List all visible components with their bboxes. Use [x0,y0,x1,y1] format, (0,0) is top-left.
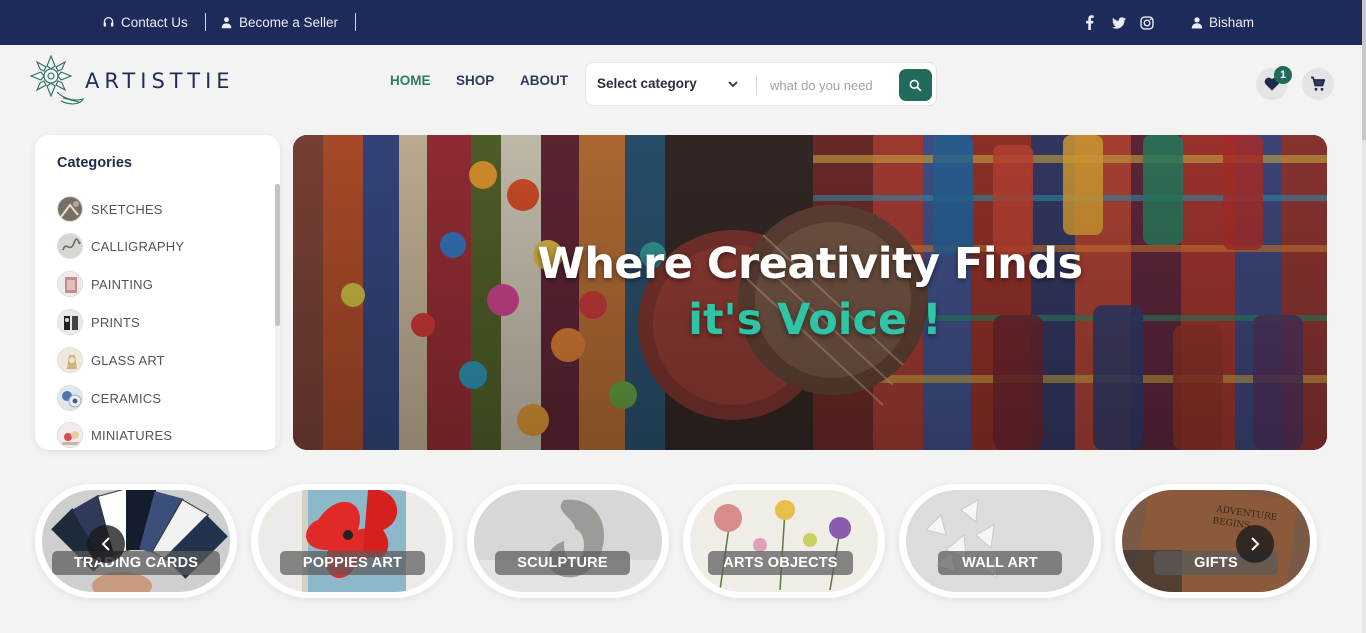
facebook-icon [1086,15,1094,30]
category-item-miniatures[interactable]: MINIATURES [57,422,172,448]
card-image [258,490,446,592]
categories-scrollbar-thumb[interactable] [275,184,280,326]
card-image [690,490,878,592]
nav-about[interactable]: ABOUT [520,73,568,88]
seller-icon [221,17,232,29]
headset-icon [103,16,114,27]
user-account-link[interactable]: Bisham [1191,0,1254,45]
contact-us-link[interactable]: Contact Us [102,0,188,45]
category-label: SKETCHES [91,201,163,217]
category-label: GLASS ART [91,352,165,368]
search-divider [756,75,757,95]
top-bar: Contact Us Become a Seller Bisham [0,0,1362,45]
cart-button[interactable] [1302,68,1334,100]
category-item-painting[interactable]: PAINTING [57,271,153,297]
carousel-card-arts-objects[interactable]: ARTS OBJECTS [683,484,885,598]
hero-background-image [293,135,1327,450]
page-scrollbar[interactable] [1362,0,1366,633]
card-label: SCULPTURE [495,551,630,575]
category-label: PAINTING [91,276,154,292]
category-label: CERAMICS [91,390,162,406]
contact-us-label: Contact Us [121,15,188,30]
category-thumbnail [57,271,83,297]
category-label: PRINTS [91,314,140,330]
categories-scrollbar[interactable] [275,184,280,450]
category-label: MINIATURES [91,427,173,443]
mandala-logo-icon [29,54,84,105]
carousel-card-poppies-art[interactable]: POPPIES ART [251,484,453,598]
topbar-divider [355,13,356,31]
facebook-link[interactable] [1085,0,1094,45]
category-item-calligraphy[interactable]: CALLIGRAPHY [57,233,184,259]
twitter-link[interactable] [1112,0,1126,45]
categories-title: Categories [57,155,132,171]
page-scrollbar-thumb[interactable] [1362,0,1366,140]
category-item-prints[interactable]: PRINTS [57,309,140,335]
hero-banner: Where Creativity Finds it's Voice ! [293,135,1327,450]
search-input[interactable] [770,74,880,96]
chevron-left-icon [101,537,110,551]
search-button[interactable] [899,69,932,101]
category-select[interactable]: Select category [597,76,697,91]
category-thumbnail [57,385,83,411]
carousel-next-button[interactable] [1236,525,1274,563]
carousel-card-gifts[interactable]: ADVENTURE BEGINS GIFTS [1115,484,1317,598]
card-image [906,490,1094,592]
cart-icon [1311,76,1326,91]
category-thumbnail [57,422,83,448]
become-seller-label: Become a Seller [239,15,339,30]
user-icon [1191,17,1203,29]
chevron-right-icon [1251,537,1260,551]
category-thumbnail [57,347,83,373]
category-thumbnail [57,233,83,259]
user-name: Bisham [1209,15,1255,30]
wishlist-count-badge: 1 [1274,66,1292,84]
categories-panel: Categories SKETCHES CALLIGRAPHY PAINTING… [35,135,280,450]
category-label: CALLIGRAPHY [91,238,185,254]
topbar-divider [205,13,206,31]
brand-name: ARTISTTIE [85,69,235,93]
carousel-card-sculpture[interactable]: SCULPTURE [467,484,669,598]
hero-headline: Where Creativity Finds [537,239,1083,289]
carousel-prev-button[interactable] [87,525,125,563]
category-item-glass-art[interactable]: GLASS ART [57,347,165,373]
become-seller-link[interactable]: Become a Seller [220,0,338,45]
search-bar: Select category [585,62,937,106]
nav-home[interactable]: HOME [390,73,431,88]
card-image: ADVENTURE BEGINS [1122,490,1310,592]
hero-subheadline: it's Voice ! [688,295,942,345]
category-thumbnail [57,309,83,335]
carousel-card-wall-art[interactable]: WALL ART [899,484,1101,598]
search-icon [909,79,922,91]
card-label: ARTS OBJECTS [708,551,853,575]
nav-shop[interactable]: SHOP [456,73,494,88]
card-label: TRADING CARDS [52,551,220,575]
category-thumbnail [57,196,83,222]
card-image [474,490,662,592]
card-label: WALL ART [938,551,1062,575]
instagram-icon [1140,15,1154,30]
card-label: POPPIES ART [280,551,425,575]
card-image [42,490,230,592]
chevron-down-icon[interactable] [727,78,739,90]
category-item-ceramics[interactable]: CERAMICS [57,385,161,411]
instagram-link[interactable] [1140,0,1154,45]
twitter-icon [1112,16,1126,29]
carousel-card-trading-cards[interactable]: TRADING CARDS [35,484,237,598]
brand-logo[interactable]: ARTISTTIE [27,52,247,110]
category-item-sketches[interactable]: SKETCHES [57,196,163,222]
